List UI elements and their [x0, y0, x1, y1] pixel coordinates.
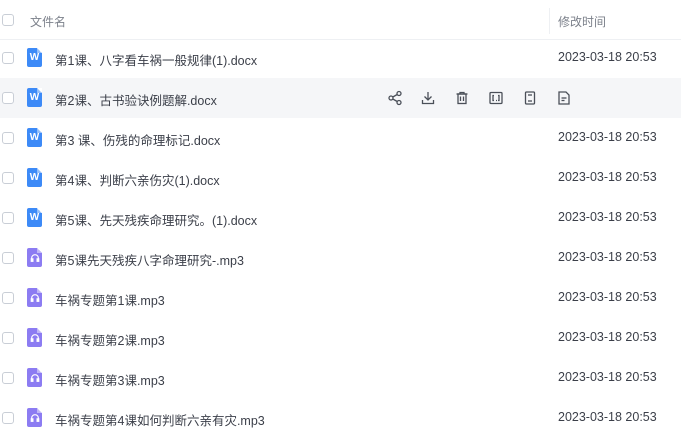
audio-file-icon	[27, 328, 42, 347]
file-name[interactable]: 第3 课、伤残的命理标记.docx	[55, 130, 220, 149]
audio-file-icon	[27, 288, 42, 307]
file-name[interactable]: 车祸专题第1课.mp3	[55, 290, 165, 309]
row-checkbox[interactable]	[2, 372, 14, 384]
column-header-modified-time[interactable]: 修改时间	[558, 13, 606, 30]
column-divider[interactable]	[549, 8, 550, 34]
rename-icon[interactable]	[487, 89, 505, 107]
row-checkbox[interactable]	[2, 172, 14, 184]
file-row[interactable]: 车祸专题第1课.mp3 2023-03-18 20:53	[0, 278, 681, 318]
row-checkbox[interactable]	[2, 132, 14, 144]
file-row[interactable]: 车祸专题第3课.mp3 2023-03-18 20:53	[0, 358, 681, 398]
file-name[interactable]: 第5课先天残疾八字命理研究-.mp3	[55, 250, 244, 269]
file-modified-time: 2023-03-18 20:53	[558, 210, 657, 224]
file-modified-time: 2023-03-18 20:53	[558, 410, 657, 424]
row-checkbox[interactable]	[2, 52, 14, 64]
file-row[interactable]: 第5课先天残疾八字命理研究-.mp3 2023-03-18 20:53	[0, 238, 681, 278]
word-file-icon: W	[27, 128, 42, 147]
file-row-hovered[interactable]: W 第2课、古书验诀例题解.docx	[0, 78, 681, 118]
file-modified-time: 2023-03-18 20:53	[558, 290, 657, 304]
file-modified-time: 2023-03-18 20:53	[558, 370, 657, 384]
detail-icon[interactable]	[555, 89, 573, 107]
download-icon[interactable]	[419, 89, 437, 107]
audio-file-icon	[27, 368, 42, 387]
column-header-name[interactable]: 文件名	[30, 13, 66, 30]
audio-file-icon	[27, 408, 42, 427]
file-modified-time: 2023-03-18 20:53	[558, 250, 657, 264]
file-list-header: 文件名 修改时间	[0, 0, 681, 40]
select-all-checkbox[interactable]	[2, 14, 14, 26]
file-modified-time: 2023-03-18 20:53	[558, 130, 657, 144]
row-checkbox[interactable]	[2, 332, 14, 344]
file-name[interactable]: 第4课、判断六亲伤灾(1).docx	[55, 170, 220, 189]
file-name[interactable]: 车祸专题第4课如何判断六亲有灾.mp3	[55, 410, 265, 429]
file-modified-time: 2023-03-18 20:53	[558, 50, 657, 64]
word-file-icon: W	[27, 168, 42, 187]
file-name[interactable]: 车祸专题第2课.mp3	[55, 330, 165, 349]
row-checkbox[interactable]	[2, 212, 14, 224]
share-icon[interactable]	[386, 89, 404, 107]
file-name[interactable]: 第1课、八字看车祸一般规律(1).docx	[55, 50, 257, 69]
file-row[interactable]: W 第1课、八字看车祸一般规律(1).docx 2023-03-18 20:53	[0, 38, 681, 78]
file-name[interactable]: 第5课、先天残疾命理研究。(1).docx	[55, 210, 257, 229]
file-name[interactable]: 第2课、古书验诀例题解.docx	[55, 90, 217, 109]
audio-file-icon	[27, 248, 42, 267]
file-name[interactable]: 车祸专题第3课.mp3	[55, 370, 165, 389]
row-checkbox[interactable]	[2, 412, 14, 424]
file-modified-time: 2023-03-18 20:53	[558, 170, 657, 184]
file-row[interactable]: W 第5课、先天残疾命理研究。(1).docx 2023-03-18 20:53	[0, 198, 681, 238]
row-checkbox[interactable]	[2, 92, 14, 104]
file-row[interactable]: 车祸专题第4课如何判断六亲有灾.mp3 2023-03-18 20:53	[0, 398, 681, 430]
word-file-icon: W	[27, 88, 42, 107]
file-row[interactable]: W 第4课、判断六亲伤灾(1).docx 2023-03-18 20:53	[0, 158, 681, 198]
word-file-icon: W	[27, 48, 42, 67]
delete-icon[interactable]	[453, 89, 471, 107]
file-row[interactable]: W 第3 课、伤残的命理标记.docx 2023-03-18 20:53	[0, 118, 681, 158]
file-modified-time: 2023-03-18 20:53	[558, 330, 657, 344]
word-file-icon: W	[27, 208, 42, 227]
file-row[interactable]: 车祸专题第2课.mp3 2023-03-18 20:53	[0, 318, 681, 358]
row-checkbox[interactable]	[2, 292, 14, 304]
copy-icon[interactable]	[521, 89, 539, 107]
row-checkbox[interactable]	[2, 252, 14, 264]
